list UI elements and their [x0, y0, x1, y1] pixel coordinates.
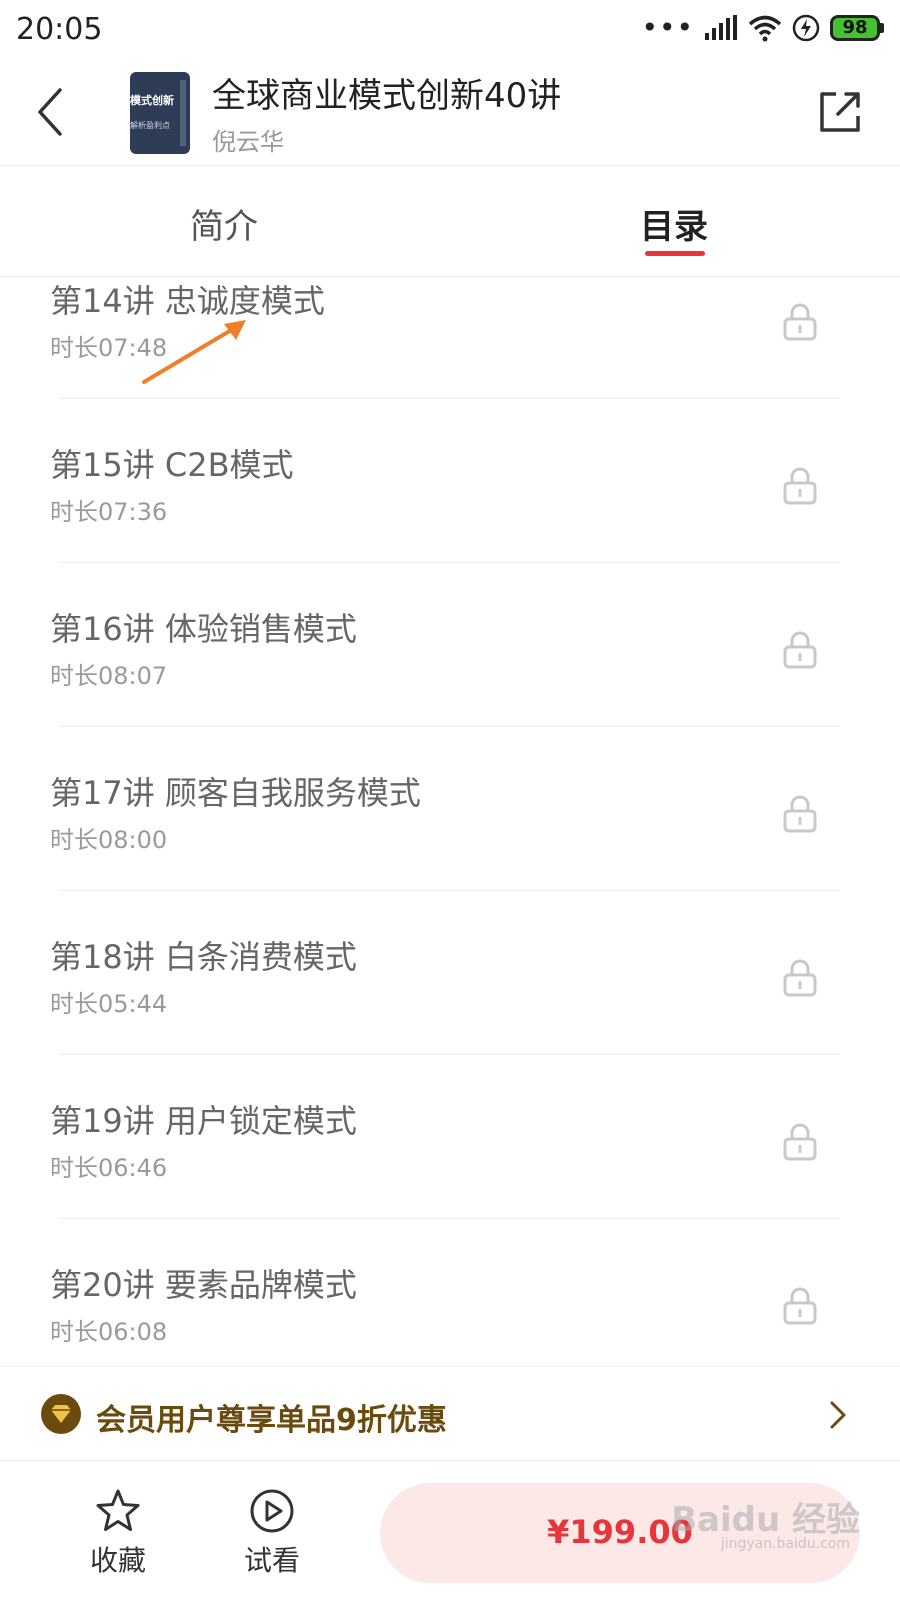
lesson-title: 第20讲 要素品牌模式	[50, 1266, 357, 1304]
preview-label: 试看	[243, 1544, 300, 1577]
list-item[interactable]: 第19讲 用户锁定模式 时长06:46	[0, 1096, 900, 1264]
annotation-arrow-icon	[142, 320, 246, 384]
lesson-list: 第14讲 忠诚度模式 时长07:48 第15讲 C2B模式 时长07:36 第1…	[0, 278, 900, 1364]
more-dots-icon: •••	[641, 11, 694, 44]
tab-intro[interactable]: 简介	[190, 199, 258, 248]
lesson-title: 第15讲 C2B模式	[50, 446, 294, 484]
cell-signal-icon	[705, 15, 737, 40]
active-tab-indicator	[645, 251, 705, 256]
header: 模式创新 解析盈利点 全球商业模式创新40讲 倪云华	[0, 60, 900, 166]
watermark-url: jingyan.baidu.com	[720, 1536, 850, 1552]
lock-icon	[783, 303, 817, 341]
lesson-title: 第18讲 白条消费模式	[50, 938, 357, 976]
cover-subtitle: 解析盈利点	[130, 121, 170, 130]
lock-icon	[783, 795, 817, 833]
vip-diamond-icon	[41, 1394, 81, 1434]
lock-icon	[783, 1123, 817, 1161]
lock-icon	[783, 467, 817, 505]
list-item[interactable]: 第17讲 顾客自我服务模式 时长08:00	[0, 768, 900, 936]
list-item[interactable]: 第18讲 白条消费模式 时长05:44	[0, 932, 900, 1100]
cover-title: 模式创新	[130, 94, 174, 107]
favorite-label: 收藏	[89, 1544, 146, 1577]
lock-icon	[783, 1287, 817, 1325]
wifi-icon	[748, 15, 782, 42]
play-circle-icon	[250, 1489, 294, 1533]
tab-catalog[interactable]: 目录	[640, 199, 708, 248]
lesson-title: 第17讲 顾客自我服务模式	[50, 774, 421, 812]
chevron-right-icon	[830, 1401, 846, 1429]
status-icons: ••• 98	[641, 14, 884, 42]
preview-button[interactable]: 试看	[222, 1481, 322, 1581]
lesson-duration: 时长06:08	[50, 1318, 168, 1346]
tab-bar: 简介 目录	[0, 167, 900, 277]
lesson-duration: 时长08:07	[50, 662, 168, 690]
promo-text: 会员用户尊享单品9折优惠	[96, 1403, 447, 1438]
lesson-title: 第16讲 体验销售模式	[50, 610, 357, 648]
lock-icon	[783, 631, 817, 669]
share-icon[interactable]	[816, 88, 864, 136]
list-item[interactable]: 第20讲 要素品牌模式 时长06:08	[0, 1260, 900, 1364]
lock-icon	[783, 959, 817, 997]
back-icon[interactable]	[28, 82, 78, 142]
author-name: 倪云华	[212, 128, 284, 156]
list-item[interactable]: 第16讲 体验销售模式 时长08:07	[0, 604, 900, 772]
watermark-logo: Baidu 经验	[671, 1500, 860, 1540]
book-cover: 模式创新 解析盈利点	[130, 72, 190, 154]
page-title: 全球商业模式创新40讲	[212, 76, 562, 116]
battery-level: 98	[830, 15, 880, 41]
status-time: 20:05	[16, 12, 103, 47]
lesson-duration: 时长06:46	[50, 1154, 168, 1182]
list-item[interactable]: 第15讲 C2B模式 时长07:36	[0, 440, 900, 608]
favorite-button[interactable]: 收藏	[68, 1481, 168, 1581]
lesson-duration: 时长07:36	[50, 498, 168, 526]
star-icon	[96, 1489, 140, 1531]
lesson-duration: 时长08:00	[50, 826, 168, 854]
lesson-title: 第19讲 用户锁定模式	[50, 1102, 357, 1140]
lesson-title: 第14讲 忠诚度模式	[50, 282, 325, 320]
member-promo-banner[interactable]: 会员用户尊享单品9折优惠	[0, 1366, 900, 1460]
status-bar: 20:05 ••• 98	[0, 0, 900, 60]
battery-icon: 98	[830, 15, 884, 41]
charging-icon	[792, 14, 820, 42]
list-item[interactable]: 第14讲 忠诚度模式 时长07:48	[0, 278, 900, 444]
lesson-duration: 时长05:44	[50, 990, 168, 1018]
